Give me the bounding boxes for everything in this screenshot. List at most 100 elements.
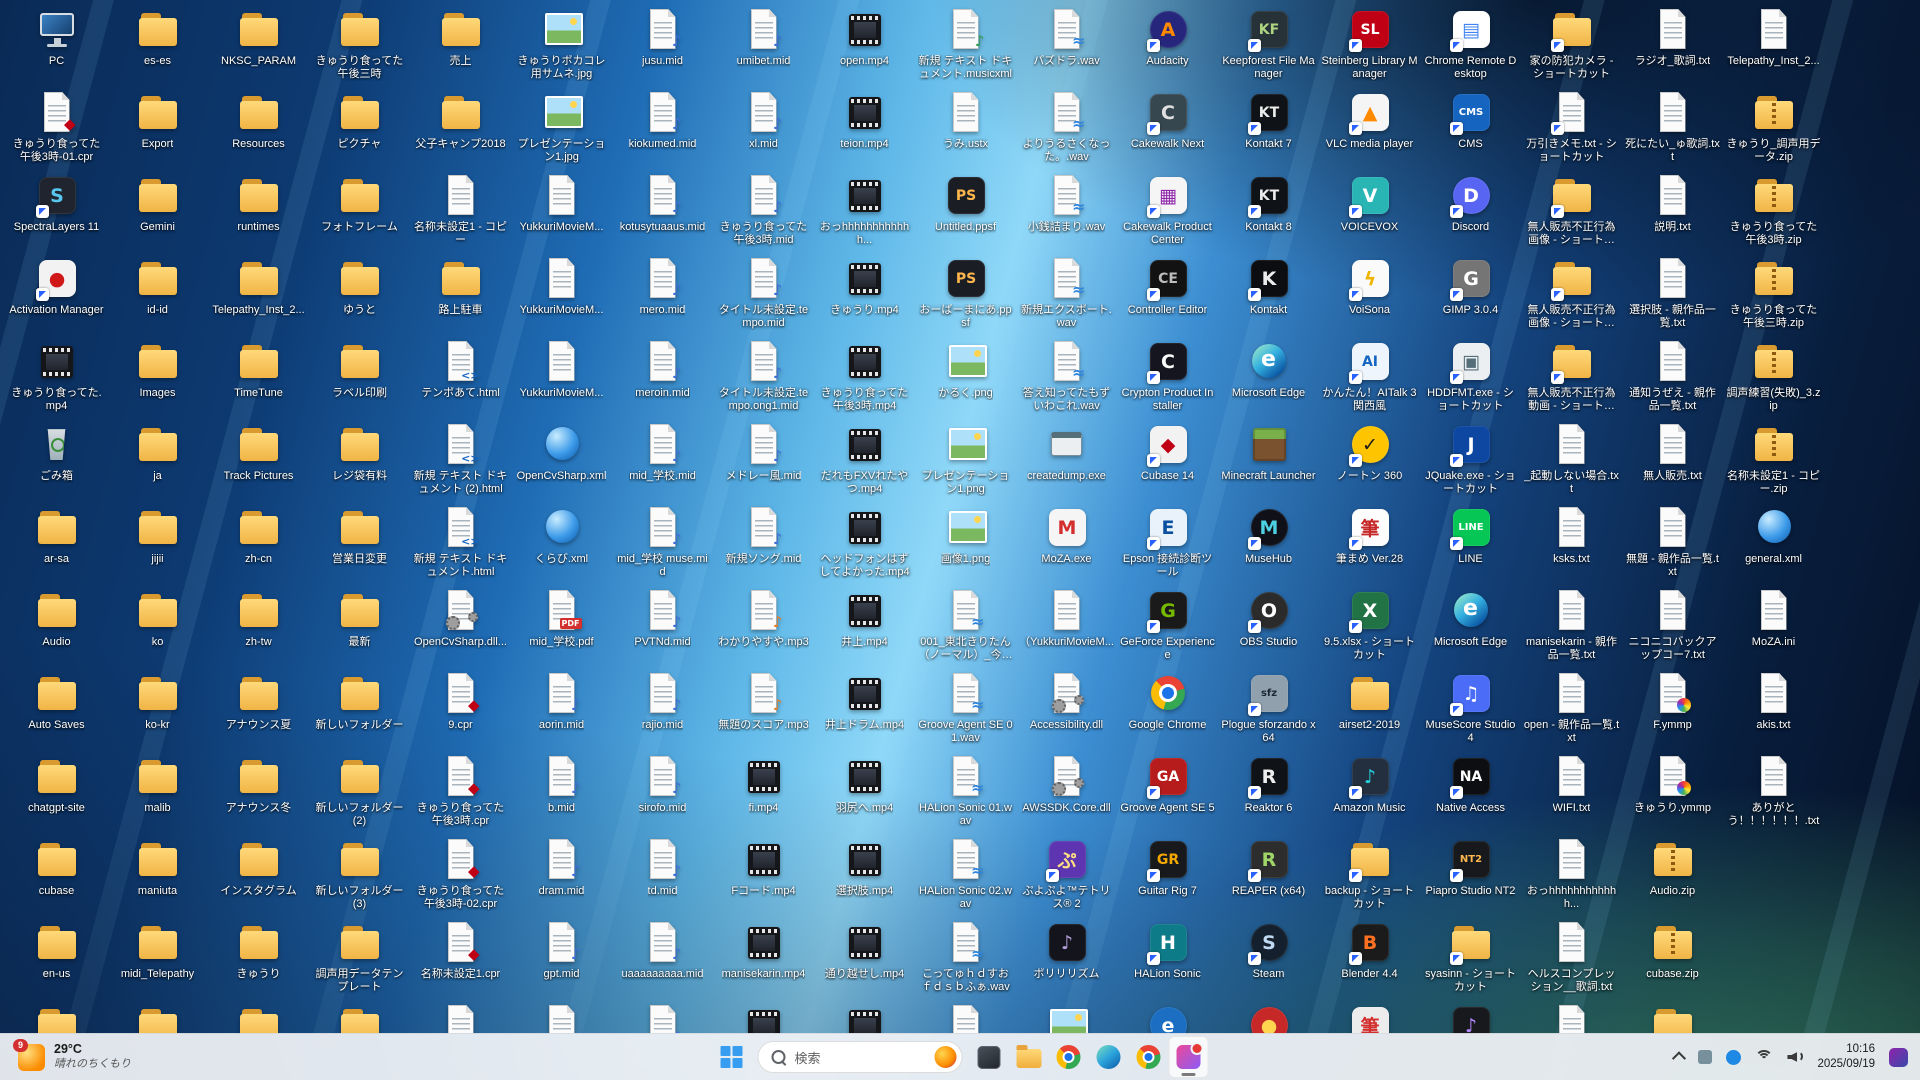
- desktop-icon[interactable]: ≈よりうるさくなった。.wav: [1016, 85, 1117, 168]
- desktop-icon[interactable]: ◆きゅうり食ってた午後3時-01.cpr: [6, 85, 107, 168]
- desktop-icon[interactable]: ♪メドレー風.mid: [713, 417, 814, 500]
- desktop-icon[interactable]: sfzPlogue sforzando x64: [1218, 666, 1319, 749]
- desktop-icon[interactable]: ◆名称未設定1.cpr: [410, 915, 511, 998]
- desktop-icon[interactable]: 無人販売不正行為動画 - ショートカット: [1521, 334, 1622, 417]
- desktop-icon[interactable]: zh-tw: [208, 583, 309, 666]
- volume-icon[interactable]: [1787, 1050, 1803, 1064]
- taskbar-app-window-app[interactable]: [969, 1036, 1009, 1078]
- taskbar-app-chrome[interactable]: [1049, 1036, 1089, 1078]
- desktop-icon[interactable]: [814, 998, 915, 1034]
- desktop-icon[interactable]: 筆筆まめ Ver.28: [1319, 500, 1420, 583]
- desktop-icon[interactable]: Fコード.mp4: [713, 832, 814, 915]
- desktop-icon[interactable]: きゅうり食ってた午後3時.zip: [1723, 168, 1824, 251]
- desktop-icon[interactable]: SSpectraLayers 11: [6, 168, 107, 251]
- desktop-icon[interactable]: chatgpt-site: [6, 749, 107, 832]
- desktop-icon[interactable]: きゅうり_調声用データ.zip: [1723, 85, 1824, 168]
- desktop-icon[interactable]: ♪gpt.mid: [511, 915, 612, 998]
- desktop-icon[interactable]: 無人販売不正行為画像 - ショートカツ...: [1521, 168, 1622, 251]
- desktop-icon[interactable]: ♪: [1420, 998, 1521, 1034]
- desktop-icon[interactable]: CCrypton Product Installer: [1117, 334, 1218, 417]
- clock[interactable]: 10:16 2025/09/19: [1817, 1042, 1875, 1072]
- desktop-icon[interactable]: ●: [1218, 998, 1319, 1034]
- desktop-icon[interactable]: JJQuake.exe - ショートカット: [1420, 417, 1521, 500]
- desktop-icon[interactable]: akis.txt: [1723, 666, 1824, 749]
- desktop-icon[interactable]: ラジオ_歌詞.txt: [1622, 2, 1723, 85]
- desktop-icon[interactable]: createdump.exe: [1016, 417, 1117, 500]
- desktop-icon[interactable]: [1622, 998, 1723, 1034]
- notification-icon[interactable]: [1889, 1048, 1908, 1067]
- desktop-icon[interactable]: おっhhhhhhhhhhhh...: [814, 168, 915, 251]
- desktop-icon[interactable]: 無人販売不正行為画像 - ショートカット: [1521, 251, 1622, 334]
- desktop-icon[interactable]: 万引きメモ.txt - ショートカット: [1521, 85, 1622, 168]
- desktop-icon[interactable]: 営業日変更: [309, 500, 410, 583]
- desktop-icon[interactable]: 名称未設定1 - コピー.zip: [1723, 417, 1824, 500]
- desktop-icon[interactable]: 井上.mp4: [814, 583, 915, 666]
- desktop-icon[interactable]: ♪mid_学校.mid: [612, 417, 713, 500]
- desktop-icon[interactable]: プレゼンテーション1.jpg: [511, 85, 612, 168]
- desktop-icon[interactable]: ♪PVTNd.mid: [612, 583, 713, 666]
- desktop-icon[interactable]: general.xml: [1723, 500, 1824, 583]
- desktop-icon[interactable]: ♪b.mid: [511, 749, 612, 832]
- desktop-icon[interactable]: ♪きゅうり食ってた午後3時.mid: [713, 168, 814, 251]
- desktop-icon[interactable]: 名称未設定1 - コピー: [410, 168, 511, 251]
- desktop-icon[interactable]: Audio: [6, 583, 107, 666]
- desktop-icon[interactable]: 父子キャンプ2018: [410, 85, 511, 168]
- desktop-icon[interactable]: maniuta: [107, 832, 208, 915]
- desktop-icon[interactable]: _起動しない場合.txt: [1521, 417, 1622, 500]
- desktop-icon[interactable]: KFKeepforest File Manager: [1218, 2, 1319, 85]
- desktop-icon[interactable]: PC: [6, 2, 107, 85]
- desktop-icon[interactable]: CMSCMS: [1420, 85, 1521, 168]
- desktop-icon[interactable]: id-id: [107, 251, 208, 334]
- desktop-icon[interactable]: Track Pictures: [208, 417, 309, 500]
- desktop-icon[interactable]: PSUntitled.ppsf: [915, 168, 1016, 251]
- desktop-icon[interactable]: ♪jusu.mid: [612, 2, 713, 85]
- desktop-icon[interactable]: ありがとう！！！！！！.txt: [1723, 749, 1824, 832]
- desktop-icon[interactable]: F.ymmp: [1622, 666, 1723, 749]
- desktop-icon[interactable]: ♪umibet.mid: [713, 2, 814, 85]
- desktop-icon[interactable]: きゅうり.ymmp: [1622, 749, 1723, 832]
- desktop-icon[interactable]: 画像1.png: [915, 500, 1016, 583]
- desktop-icon[interactable]: ♪meroin.mid: [612, 334, 713, 417]
- desktop-icon[interactable]: ko: [107, 583, 208, 666]
- taskbar-app-active-purple-app[interactable]: [1169, 1036, 1209, 1078]
- search-box[interactable]: 検索: [758, 1041, 963, 1073]
- desktop-icon[interactable]: 売上: [410, 2, 511, 85]
- desktop-icon[interactable]: ♪kiokumed.mid: [612, 85, 713, 168]
- desktop-icon[interactable]: ϟVoiSona: [1319, 251, 1420, 334]
- desktop-icon[interactable]: NKSC_PARAM: [208, 2, 309, 85]
- desktop-icon[interactable]: OOBS Studio: [1218, 583, 1319, 666]
- start-button[interactable]: [712, 1036, 752, 1078]
- desktop-icon[interactable]: ニコニコバックアップコー7.txt: [1622, 583, 1723, 666]
- desktop-icon[interactable]: くらび.xml: [511, 500, 612, 583]
- desktop-icon[interactable]: ≈新規エクスポート.wav: [1016, 251, 1117, 334]
- desktop-icon[interactable]: ≈HALion Sonic 01.wav: [915, 749, 1016, 832]
- desktop-icon[interactable]: e: [1117, 998, 1218, 1034]
- desktop-icon[interactable]: 死にたい_ゅ歌詞.txt: [1622, 85, 1723, 168]
- desktop-icon[interactable]: VVOICEVOX: [1319, 168, 1420, 251]
- desktop-icon[interactable]: ▦Cakewalk Product Center: [1117, 168, 1218, 251]
- desktop-icon[interactable]: zh-cn: [208, 500, 309, 583]
- desktop-icon[interactable]: AAudacity: [1117, 2, 1218, 85]
- desktop-icon[interactable]: PSおーばーまにあ.ppsf: [915, 251, 1016, 334]
- desktop-icon[interactable]: うみ.ustx: [915, 85, 1016, 168]
- desktop-icon[interactable]: DDiscord: [1420, 168, 1521, 251]
- desktop-icon[interactable]: 筆: [1319, 998, 1420, 1034]
- desktop-icon[interactable]: AWSSDK.Core.dll: [1016, 749, 1117, 832]
- desktop-icon[interactable]: おっhhhhhhhhhhhh...: [1521, 832, 1622, 915]
- desktop-icon[interactable]: manisekarin - 親作品一覧.txt: [1521, 583, 1622, 666]
- taskbar-app-file-explorer[interactable]: [1009, 1036, 1049, 1078]
- desktop-icon[interactable]: ♪新規 テキスト ドキュメント.musicxml: [915, 2, 1016, 85]
- desktop-icon[interactable]: jijii: [107, 500, 208, 583]
- desktop-icon[interactable]: OpenCvSharp.xml: [511, 417, 612, 500]
- desktop-icon[interactable]: NT2Piapro Studio NT2: [1420, 832, 1521, 915]
- desktop-icon[interactable]: ♪uaaaaaaaaa.mid: [612, 915, 713, 998]
- desktop-icon[interactable]: Minecraft Launcher: [1218, 417, 1319, 500]
- desktop-icon[interactable]: ▣HDDFMT.exe - ショートカット: [1420, 334, 1521, 417]
- desktop-icon[interactable]: LINELINE: [1420, 500, 1521, 583]
- desktop-icon[interactable]: Audio.zip: [1622, 832, 1723, 915]
- desktop-icon[interactable]: インスタグラム: [208, 832, 309, 915]
- desktop-icon[interactable]: アナウンス夏: [208, 666, 309, 749]
- desktop-icon[interactable]: WIFI.txt: [1521, 749, 1622, 832]
- desktop-icon[interactable]: ksks.txt: [1521, 500, 1622, 583]
- desktop-icon[interactable]: airset2-2019: [1319, 666, 1420, 749]
